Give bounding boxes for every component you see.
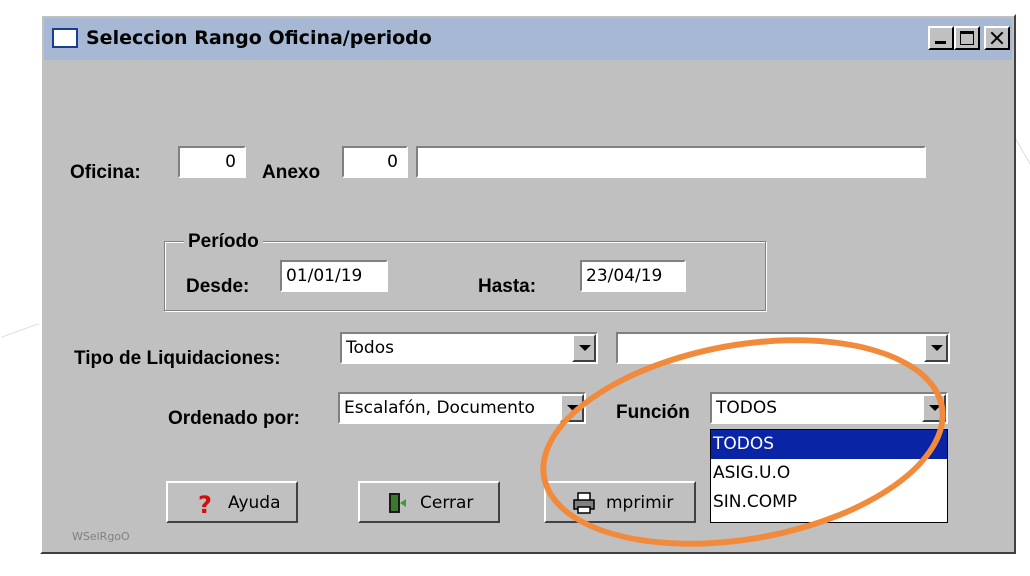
question-mark-icon: ?: [198, 491, 212, 515]
funcion-dropdown-button[interactable]: [922, 394, 946, 422]
ayuda-button-label: Ayuda: [228, 493, 281, 513]
tipo-liquidaciones-combo[interactable]: Todos: [340, 332, 598, 364]
hasta-label: Hasta:: [478, 276, 537, 297]
tipo-liquidaciones-value: Todos: [346, 338, 394, 358]
ayuda-button[interactable]: ? Ayuda: [166, 481, 298, 523]
hasta-field[interactable]: 23/04/19: [580, 260, 686, 292]
anexo-description-field[interactable]: [416, 146, 926, 178]
window-title: Seleccion Rango Oficina/periodo: [86, 27, 432, 49]
background-line: [1, 323, 39, 338]
title-bar[interactable]: Seleccion Rango Oficina/periodo: [44, 18, 1012, 60]
ordenado-por-label: Ordenado por:: [168, 408, 300, 429]
periodo-group-title: Período: [184, 231, 263, 253]
desde-label: Desde:: [186, 276, 250, 297]
exit-door-icon: [389, 493, 406, 513]
window-icon: [52, 28, 78, 48]
dialog-window: Seleccion Rango Oficina/periodo Oficina:…: [40, 14, 1016, 554]
ordenado-por-value: Escalafón, Documento: [344, 398, 535, 418]
tipo-liquidaciones-dropdown-button[interactable]: [572, 334, 596, 362]
minimize-button[interactable]: [928, 26, 954, 50]
funcion-value: TODOS: [716, 398, 778, 418]
funcion-option[interactable]: SIN.COMP: [711, 488, 947, 517]
desde-field[interactable]: 01/01/19: [280, 260, 388, 292]
maximize-button[interactable]: [954, 26, 980, 50]
form-code-label: WSelRgoO: [72, 530, 130, 543]
oficina-field[interactable]: 0: [178, 146, 246, 178]
tipo-liquidaciones-label: Tipo de Liquidaciones:: [74, 348, 281, 369]
ordenado-por-combo[interactable]: Escalafón, Documento: [338, 392, 586, 424]
funcion-dropdown-list[interactable]: TODOS ASIG.U.O SIN.COMP: [710, 429, 948, 523]
funcion-combo[interactable]: TODOS: [710, 392, 948, 424]
ordenado-por-dropdown-button[interactable]: [560, 394, 584, 422]
anexo-field[interactable]: 0: [342, 146, 408, 178]
tipo-liquidaciones-secondary-combo[interactable]: [616, 332, 950, 364]
svg-text:?: ?: [198, 491, 212, 515]
imprimir-button-label: mprimir: [606, 493, 674, 513]
funcion-option[interactable]: TODOS: [711, 430, 947, 459]
close-button[interactable]: [984, 26, 1010, 50]
funcion-label: Función: [616, 402, 690, 423]
cerrar-button-label: Cerrar: [420, 493, 474, 513]
funcion-option[interactable]: ASIG.U.O: [711, 459, 947, 488]
cerrar-button[interactable]: Cerrar: [358, 481, 500, 523]
tipo-liquidaciones-secondary-dropdown-button[interactable]: [924, 334, 948, 362]
anexo-label: Anexo: [262, 162, 321, 183]
oficina-label: Oficina:: [70, 162, 141, 183]
printer-icon: [573, 492, 595, 514]
imprimir-button[interactable]: mprimir: [544, 481, 696, 523]
